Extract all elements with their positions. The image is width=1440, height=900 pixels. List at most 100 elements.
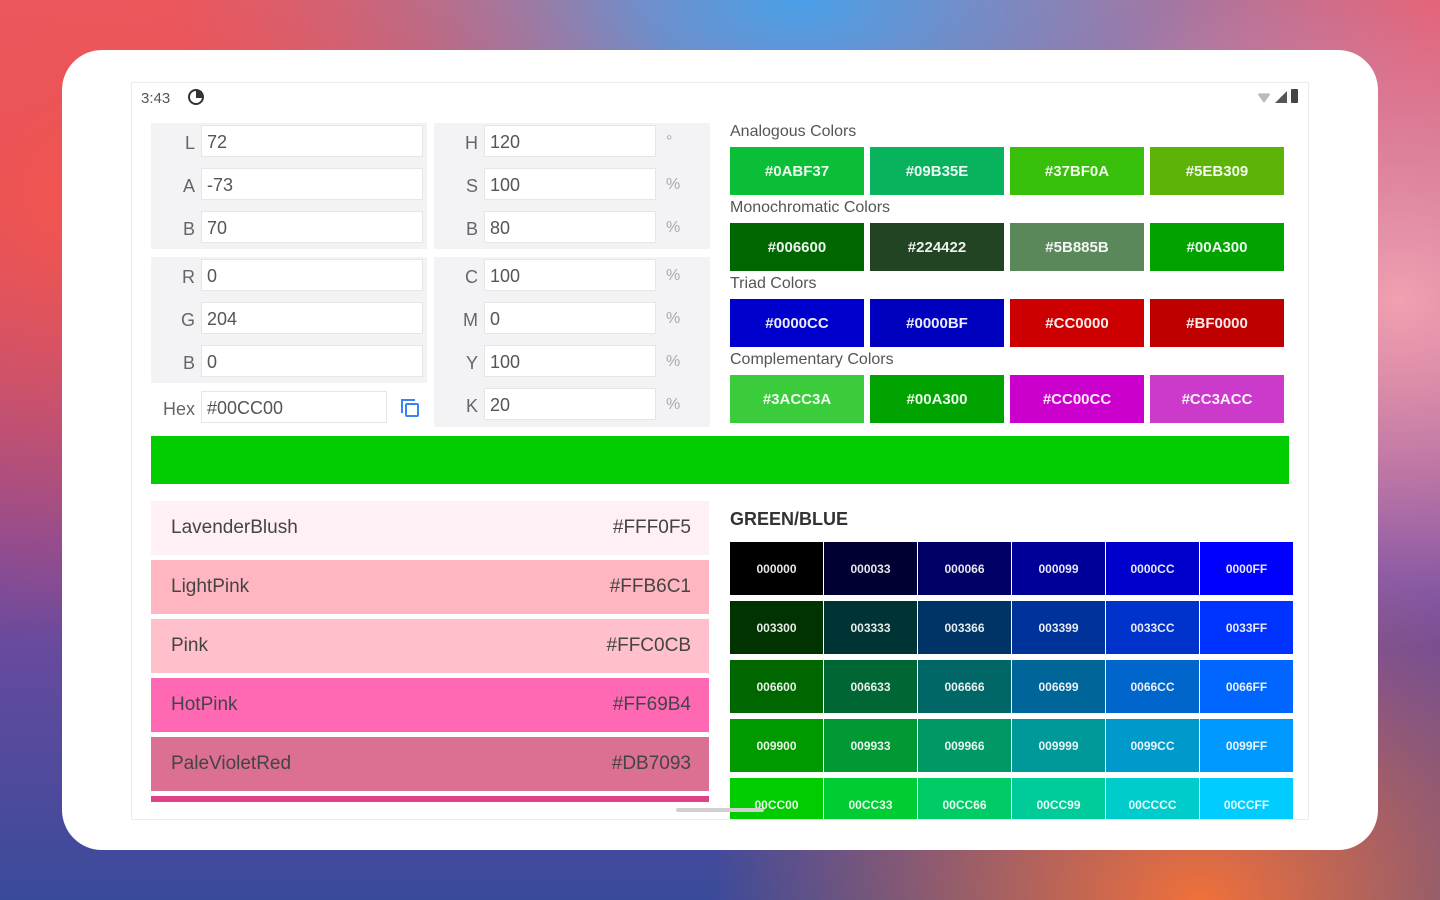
harmony-swatch[interactable]: #CC3ACC [1150,375,1284,423]
grid-cell[interactable]: 0066CC [1106,660,1199,713]
hex-label: Hex [162,399,195,419]
named-color-hex: #FF69B4 [612,694,691,715]
cmyk-y-input[interactable]: 100 [484,345,656,377]
hsb-h-input[interactable]: 120 [484,125,656,157]
lab-l-input[interactable]: 72 [201,125,423,157]
rgb-r-label: R [182,267,195,287]
cmyk-row-m: M 0 % [434,302,710,336]
signal-icon [1275,91,1287,103]
grid-cell[interactable]: 000000 [730,542,823,595]
cmyk-c-input[interactable]: 100 [484,259,656,291]
harmony-swatch[interactable]: #3ACC3A [730,375,864,423]
grid-cell[interactable]: 00CC99 [1012,778,1105,819]
grid-cell[interactable]: 009900 [730,719,823,772]
grid-cell[interactable]: 0066FF [1200,660,1293,713]
home-indicator [676,808,764,812]
harmony-swatch[interactable]: #0000BF [870,299,1004,347]
grid-cell[interactable]: 00CC33 [824,778,917,819]
grid-cell[interactable]: 00CC66 [918,778,1011,819]
rgb-row-g: G 204 [151,302,427,336]
grid-cell[interactable]: 00CCFF [1200,778,1293,819]
grid-cell[interactable]: 00CCCC [1106,778,1199,819]
hsb-h-unit: ° [666,133,673,150]
grid-cell[interactable]: 006633 [824,660,917,713]
cmyk-panel: C 100 % M 0 % Y 100 % K 20 % [434,257,710,427]
current-color-bar [151,436,1289,484]
named-color-hex: #FFC0CB [606,635,691,656]
harmony-swatch[interactable]: #224422 [870,223,1004,271]
harmony-swatch[interactable]: #006600 [730,223,864,271]
lab-row-b: B 70 [151,211,427,245]
cmyk-m-label: M [463,310,478,330]
named-color-name: LavenderBlush [171,517,298,538]
status-time: 3:43 [141,90,171,107]
battery-icon [1291,89,1298,103]
harmony-swatch[interactable]: #BF0000 [1150,299,1284,347]
grid-cell[interactable]: 000099 [1012,542,1105,595]
named-color-row[interactable]: LavenderBlush #FFF0F5 [151,501,709,555]
grid-cell[interactable]: 003300 [730,601,823,654]
harmony-swatch[interactable]: #09B35E [870,147,1004,195]
harmony-swatch[interactable]: #CC00CC [1010,375,1144,423]
grid-cell[interactable]: 003366 [918,601,1011,654]
grid-cell[interactable]: 0000FF [1200,542,1293,595]
named-color-row[interactable]: LightPink #FFB6C1 [151,560,709,614]
grid-cell[interactable]: 003333 [824,601,917,654]
cmyk-m-input[interactable]: 0 [484,302,656,334]
rgb-g-label: G [180,310,195,330]
named-color-name: HotPink [171,694,238,715]
grid-cell[interactable]: 000066 [918,542,1011,595]
harmony-swatch[interactable]: #CC0000 [1010,299,1144,347]
grid-cell[interactable]: 00CC00 [730,778,823,819]
grid-cell[interactable]: 006666 [918,660,1011,713]
grid-cell[interactable]: 000033 [824,542,917,595]
grid-cell[interactable]: 0033FF [1200,601,1293,654]
cmyk-row-c: C 100 % [434,259,710,293]
harmony-swatch[interactable]: #5B885B [1010,223,1144,271]
hex-input[interactable]: #00CC00 [201,391,387,423]
named-color-hex: #DB7093 [611,753,691,774]
rgb-g-input[interactable]: 204 [201,302,423,334]
harmony-swatch[interactable]: #37BF0A [1010,147,1144,195]
grid-cell[interactable]: 009999 [1012,719,1105,772]
rgb-b-input[interactable]: 0 [201,345,423,377]
hsb-panel: H 120 ° S 100 % B 80 % [434,123,710,249]
harmony-swatch[interactable]: #00A300 [1150,223,1284,271]
named-color-name: LightPink [171,576,250,597]
named-color-row[interactable]: PaleVioletRed #DB7093 [151,737,709,791]
hsb-b-unit: % [666,219,681,236]
lab-b-input[interactable]: 70 [201,211,423,243]
grid-cell[interactable]: 009966 [918,719,1011,772]
grid-cell[interactable]: 0099CC [1106,719,1199,772]
cmyk-c-unit: % [666,267,681,284]
grid-cell[interactable]: 006699 [1012,660,1105,713]
hsb-s-input[interactable]: 100 [484,168,656,200]
cmyk-row-y: Y 100 % [434,345,710,379]
named-color-row[interactable]: Pink #FFC0CB [151,619,709,673]
harmony-swatch[interactable]: #5EB309 [1150,147,1284,195]
grid-cell[interactable]: 0033CC [1106,601,1199,654]
cmyk-k-input[interactable]: 20 [484,388,656,420]
lab-row-l: L 72 [151,125,427,159]
harmony-title: Analogous Colors [730,123,857,140]
lab-a-input[interactable]: -73 [201,168,423,200]
rgb-row-r: R 0 [151,259,427,293]
status-bar: 3:43 [132,83,1308,115]
harmony-swatch[interactable]: #0000CC [730,299,864,347]
rgb-r-input[interactable]: 0 [201,259,423,291]
app-screen: 3:43 L 72 A -73 B 70 H 120 ° S 100 % B 8… [131,82,1309,820]
cmyk-y-unit: % [666,353,681,370]
harmony-swatch[interactable]: #0ABF37 [730,147,864,195]
grid-cell[interactable]: 0099FF [1200,719,1293,772]
grid-cell[interactable]: 0000CC [1106,542,1199,595]
harmony-swatch[interactable]: #00A300 [870,375,1004,423]
grid-cell[interactable]: 003399 [1012,601,1105,654]
harmony-title: Monochromatic Colors [730,199,891,216]
grid-title: GREEN/BLUE [730,509,849,529]
copy-icon[interactable] [401,399,419,417]
grid-cell[interactable]: 009933 [824,719,917,772]
named-color-row[interactable]: HotPink #FF69B4 [151,678,709,732]
grid-cell[interactable]: 006600 [730,660,823,713]
named-color-hex: #FFB6C1 [609,576,691,597]
hsb-b-input[interactable]: 80 [484,211,656,243]
